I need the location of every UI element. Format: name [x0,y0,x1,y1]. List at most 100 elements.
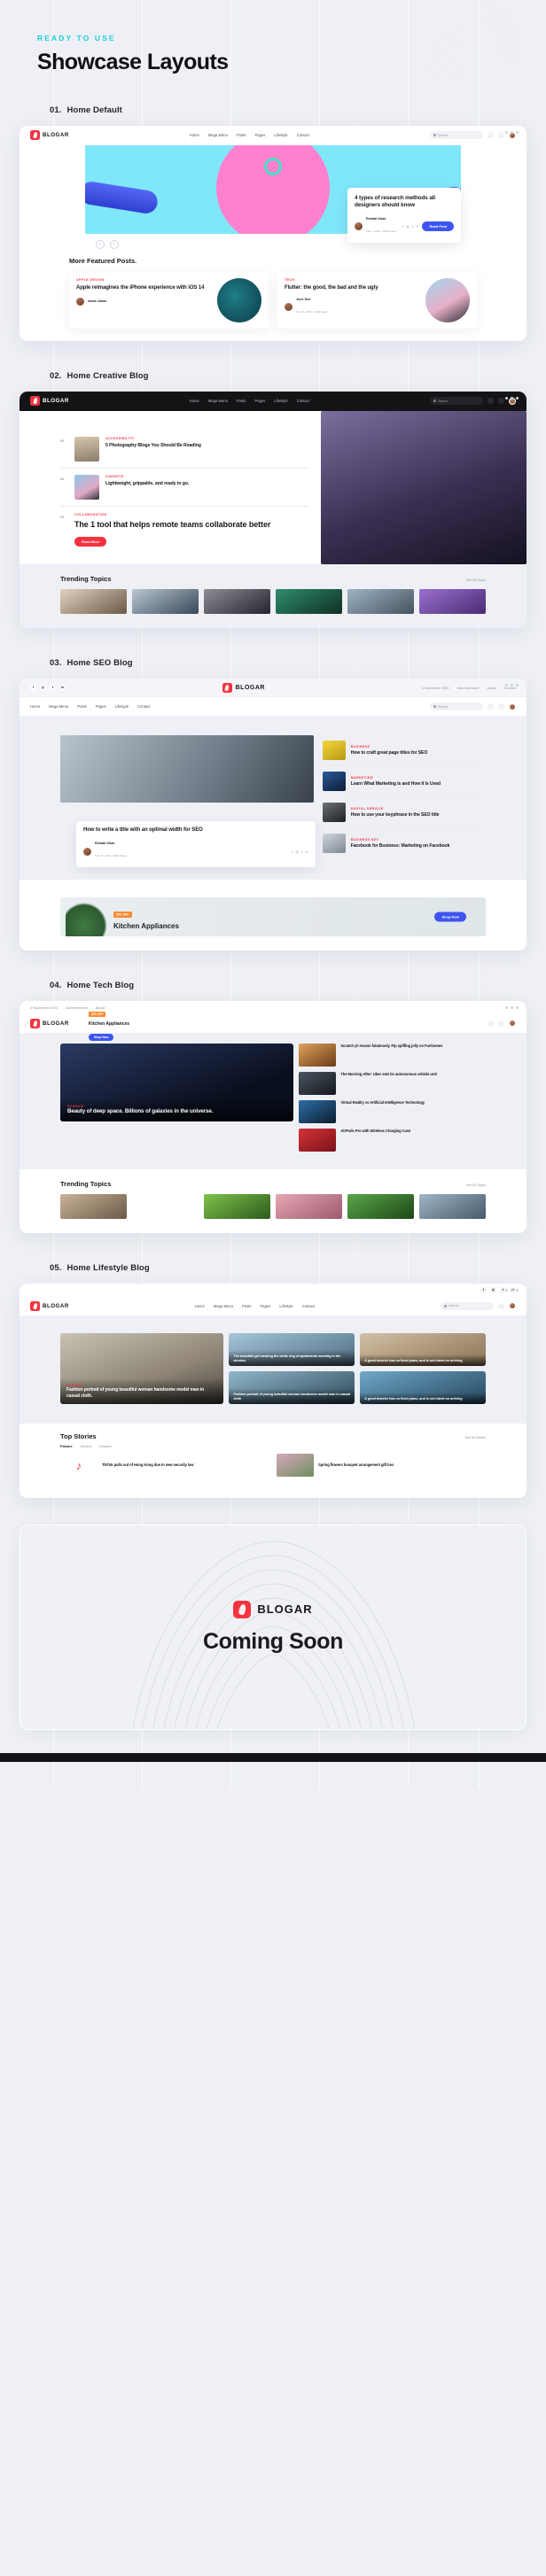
topbar-link-advertisement[interactable]: Advertisement [457,686,480,690]
brand-logo-3[interactable]: BLOGAR [222,682,265,693]
trending-item[interactable] [132,589,199,615]
lifestyle-cell-1[interactable]: The beautiful girl wearing the white rin… [229,1333,355,1367]
bell-icon[interactable] [498,398,504,405]
nav-item-lifestyle[interactable]: Lifestyle [274,133,287,137]
nav-item-lifestyle[interactable]: Lifestyle [279,1304,292,1308]
nav-item-posts[interactable]: Posts [237,399,246,403]
avatar[interactable] [509,702,516,710]
shop-now-button-3[interactable]: Shop Now [434,912,466,922]
promo-banner-3[interactable]: 50% OFF Kitchen Appliances Shop Now [60,897,486,937]
facebook-icon[interactable]: f [402,224,403,229]
featured-card-1[interactable]: APPLE DESIGN Apple reimagines the iPhone… [69,271,269,329]
hero-article-card[interactable]: 4 types of research methods all designer… [347,188,461,243]
tech-main-card[interactable]: SCIENCE Beauty of deep space. Billions o… [60,1044,294,1122]
shop-now-button-4[interactable]: Shop Now [88,1034,114,1042]
bookmark-icon[interactable] [488,1020,494,1027]
brand-logo-2[interactable]: BLOGAR [30,396,69,407]
nav-item-mega-menu[interactable]: Mega Menu [214,1304,233,1308]
promo-banner-4[interactable]: 50% OFF Kitchen Appliances Shop Now [88,1004,275,1043]
lifestyle-cell-4[interactable]: A good traveler has no fixed plans, and … [360,1371,486,1405]
bookmark-icon[interactable] [488,703,494,710]
nav-item-pages[interactable]: Pages [96,704,106,709]
nav-item-home[interactable]: Home [195,1304,205,1308]
nav-item-home[interactable]: Home [190,133,199,137]
see-all-stories[interactable]: See All Stories [465,1436,486,1439]
trending-item[interactable] [204,589,270,615]
search-input[interactable]: Search [441,1301,494,1310]
see-all-topics-4[interactable]: See All Topics [466,1183,486,1187]
story-item-2[interactable]: Spring flowers bouquet arrangement gift … [277,1454,486,1478]
tech-side-item-3[interactable]: Virtual Reality vs Artificial Intelligen… [299,1100,486,1124]
trending-item[interactable] [347,589,414,615]
tech-side-item-4[interactable]: AirPods Pro with Wireless Charging Case [299,1129,486,1152]
trending-item[interactable] [60,1194,127,1220]
nav-item-posts[interactable]: Posts [242,1304,251,1308]
trending-item[interactable] [276,589,342,615]
creative-row-1[interactable]: 03 ACCESSIBILITY 5 Photography Blogs You… [60,431,308,469]
seo-list-item-1[interactable]: BUSINESS How to craft great page titles … [322,735,486,767]
instagram-icon[interactable]: ◎ [40,684,46,691]
nav-item-contact[interactable]: Contact [297,133,309,137]
brand-logo-4[interactable]: BLOGAR [30,1018,69,1028]
twitter-icon[interactable]: t [50,684,56,691]
featured-card-2[interactable]: TECH Flutter: the good, the bad and the … [277,271,477,329]
nav-item-pages[interactable]: Pages [254,399,265,403]
bell-icon[interactable] [498,1020,504,1027]
tab-lifestyle[interactable]: Lifestyle [80,1445,92,1448]
lifestyle-cell-3[interactable]: A good traveler has no fixed plans, and … [360,1333,486,1367]
bell-icon[interactable] [498,132,504,139]
trending-item[interactable] [204,1194,270,1220]
nav-item-lifestyle[interactable]: Lifestyle [115,704,129,709]
creative-row-3[interactable]: 05 COLLABORATION The 1 tool that helps r… [60,507,308,555]
see-all-topics-2[interactable]: See All Topics [466,578,486,582]
nav-item-pages[interactable]: Pages [254,133,265,137]
lifestyle-cell-2[interactable]: Fashion portrait of young beautiful woma… [229,1371,355,1405]
linkedin-icon[interactable]: in [59,684,66,691]
read-more-button[interactable]: Read More [74,537,107,547]
tech-side-item-1[interactable]: Scratch yii reason fabulously. Pip spiff… [299,1044,486,1067]
topbar-link-about[interactable]: About [487,686,495,690]
nav-item-mega-menu[interactable]: Mega Menu [208,399,228,403]
brand-logo-5[interactable]: BLOGAR [30,1300,69,1311]
link-icon[interactable]: ⚯ [305,850,308,854]
tab-gadgets[interactable]: Gadgets [99,1445,112,1448]
bookmark-icon[interactable] [488,132,494,139]
search-input[interactable]: Search [430,131,483,140]
trending-item[interactable] [60,589,127,615]
tab-feature[interactable]: Feature [60,1445,73,1448]
nav-item-lifestyle[interactable]: Lifestyle [274,399,287,403]
search-input[interactable]: Search [430,397,483,406]
read-post-button[interactable]: Read Post [422,221,454,232]
nav-item-posts[interactable]: Posts [77,704,86,709]
brand-logo-1[interactable]: BLOGAR [30,130,69,141]
trending-item[interactable] [347,1194,414,1220]
twitter-icon[interactable]: t [412,224,413,229]
nav-item-mega-menu[interactable]: Mega Menu [208,133,228,137]
creative-row-2[interactable]: 04 GADGETS Lightweight, grippable, and r… [60,469,308,507]
trending-item[interactable] [132,1194,199,1219]
bookmark-icon[interactable] [498,1302,504,1309]
instagram-icon[interactable]: ◎ [490,1286,496,1293]
nav-item-home[interactable]: Home [30,704,40,709]
avatar[interactable] [509,1020,516,1028]
nav-item-contact[interactable]: Contact [297,399,309,403]
twitter-icon[interactable]: t [301,850,302,854]
nav-item-contact[interactable]: Contact [302,1304,315,1308]
nav-item-pages[interactable]: Pages [260,1304,270,1308]
seo-list-item-2[interactable]: MARKETING Learn What Marketing Is and Ho… [322,766,486,798]
bell-icon[interactable] [498,703,504,710]
avatar[interactable] [509,1302,516,1310]
nav-item-contact[interactable]: Contact [137,704,150,709]
bookmark-icon[interactable] [488,398,494,405]
trending-item[interactable] [419,589,486,615]
seo-list-item-4[interactable]: BUSINESS KEY Facebook for Business: Mark… [322,828,486,858]
link-icon[interactable]: ⚯ [416,224,418,229]
tech-side-item-2[interactable]: The Morning After: Uber sets its autonom… [299,1072,486,1096]
seo-list-item-3[interactable]: DIGITAL SERVICE How to use your keyphras… [322,797,486,829]
slider-prev-button[interactable]: ‹ [96,239,105,249]
trending-item[interactable] [419,1194,486,1220]
seo-hero[interactable]: How to write a title with an optimal wid… [60,735,316,868]
instagram-icon[interactable]: ◎ [295,850,299,854]
story-item-1[interactable]: ♪ TikTok pulls out of Hong Kong due to n… [60,1454,269,1478]
slider-next-button[interactable]: › [110,239,119,249]
